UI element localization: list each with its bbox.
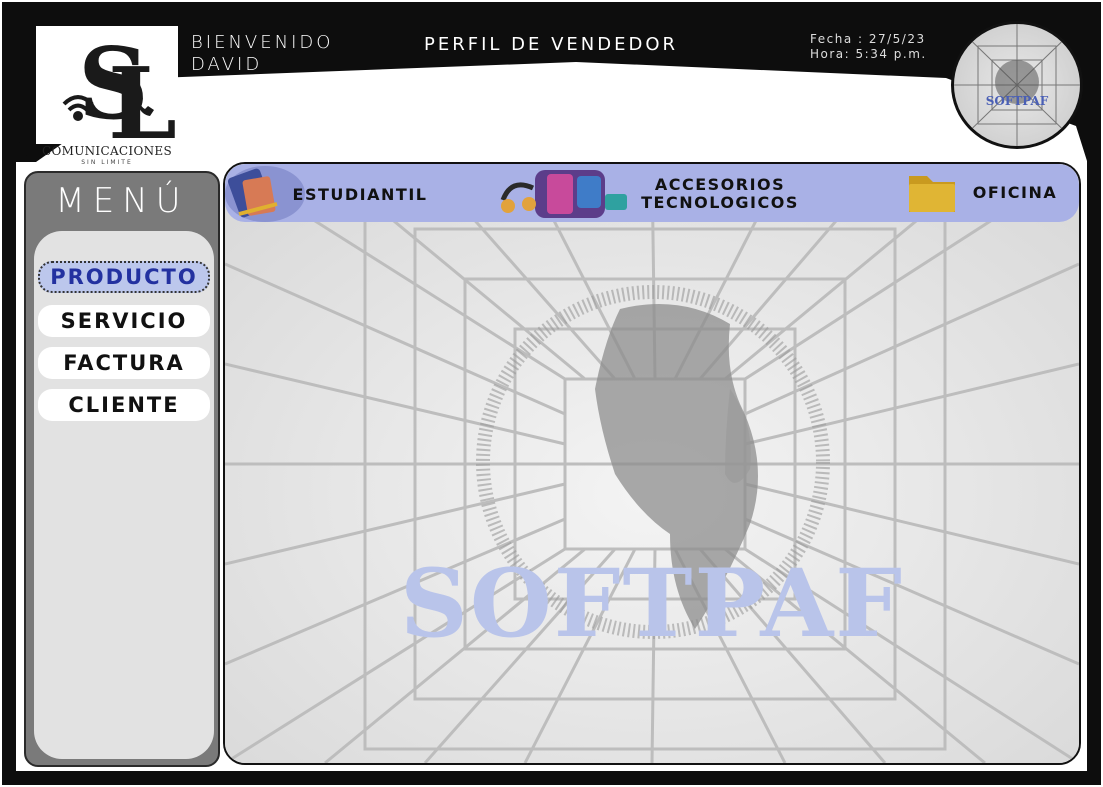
category-accesorios-tecnologicos[interactable]: ACCESORIOS TECNOLOGICOS xyxy=(625,176,815,212)
company-logo: S L COMUNICACIONES SIN LIMITE xyxy=(36,26,178,166)
main-content: ESTUDIANTIL ACCESORIOS TECNOLOGICOS OFIC… xyxy=(223,162,1081,765)
logo-mark: S L xyxy=(36,26,178,162)
category-bar: ESTUDIANTIL ACCESORIOS TECNOLOGICOS OFIC… xyxy=(225,164,1079,222)
menu-item-servicio[interactable]: SERVICIO xyxy=(38,305,210,337)
welcome-message: BIENVENIDO DAVID xyxy=(191,32,333,76)
logo-brand-text: COMUNICACIONES xyxy=(42,144,172,158)
menu-item-producto[interactable]: PRODUCTO xyxy=(38,261,210,293)
softpaf-badge: SOFTPAF xyxy=(951,21,1083,149)
logo-letter-l: L xyxy=(108,47,177,144)
datetime-display: Fecha : 27/5/23 Hora: 5:34 p.m. xyxy=(810,32,927,62)
app-canvas: S L COMUNICACIONES SIN LIMITE BIENVENIDO… xyxy=(16,16,1087,771)
sidebar-menu: MENÚ PRODUCTO SERVICIO FACTURA CLIENTE xyxy=(24,171,220,767)
softpaf-watermark: SOFTPAF xyxy=(400,549,904,659)
logo-tagline: SIN LIMITE xyxy=(81,159,133,166)
menu-item-cliente[interactable]: CLIENTE xyxy=(38,389,210,421)
welcome-username: DAVID xyxy=(191,54,263,75)
category-accesorios-line2: TECNOLOGICOS xyxy=(641,193,799,212)
perspective-grid-background xyxy=(225,164,1079,763)
category-oficina[interactable]: OFICINA xyxy=(960,184,1070,202)
category-estudiantil[interactable]: ESTUDIANTIL xyxy=(280,186,440,204)
welcome-greeting: BIENVENIDO xyxy=(191,32,334,53)
page-title: PERFIL DE VENDEDOR xyxy=(424,34,679,55)
menu-panel: PRODUCTO SERVICIO FACTURA CLIENTE xyxy=(34,231,214,759)
menu-title: MENÚ xyxy=(55,181,189,221)
folder-icon xyxy=(909,176,955,212)
gadgets-icon xyxy=(500,170,627,218)
app-window: S L COMUNICACIONES SIN LIMITE BIENVENIDO… xyxy=(2,2,1101,785)
date-label: Fecha : 27/5/23 xyxy=(810,32,926,46)
category-accesorios-line1: ACCESORIOS xyxy=(654,175,786,194)
time-label: Hora: 5:34 p.m. xyxy=(810,47,927,61)
badge-label: SOFTPAF xyxy=(985,94,1049,108)
badge-globe-grid xyxy=(954,24,1080,146)
menu-item-factura[interactable]: FACTURA xyxy=(38,347,210,379)
